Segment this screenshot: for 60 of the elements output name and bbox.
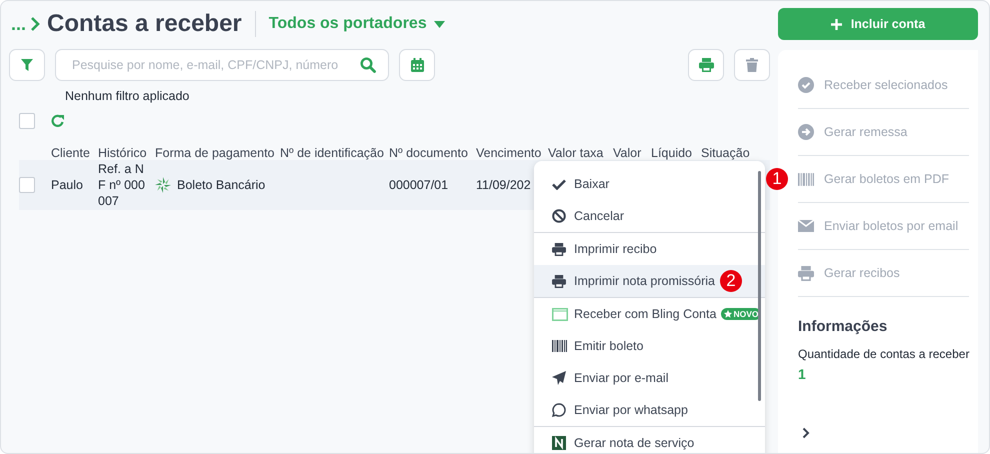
filter-status: Nenhum filtro aplicado: [65, 89, 190, 105]
chevron-right-icon[interactable]: [802, 427, 810, 439]
info-value: 1: [798, 366, 807, 382]
search-field[interactable]: Pesquise por nome, e-mail, CPF/CNPJ, número: [55, 49, 389, 81]
barcode-icon: [798, 172, 814, 186]
pinwheel-icon: [155, 177, 171, 193]
column-header[interactable]: Valor: [613, 134, 651, 160]
column-header[interactable]: Cliente: [51, 134, 98, 160]
caret-icon: [434, 20, 445, 28]
menu-item[interactable]: Enviar por whatsapp: [534, 394, 765, 426]
calendar-button[interactable]: [399, 49, 435, 81]
delete-button[interactable]: [734, 49, 770, 81]
column-header[interactable]: Nº de identificação: [280, 134, 389, 160]
window-icon: [552, 308, 568, 320]
trash-icon: [746, 58, 758, 72]
table-cell: Boleto Bancário: [177, 178, 266, 192]
check-circle-icon: [798, 77, 814, 93]
chat-bubble-icon: [552, 403, 566, 417]
column-header[interactable]: Histórico: [98, 134, 155, 160]
table-cell: 000007/01: [389, 178, 448, 192]
print-button[interactable]: [688, 49, 724, 81]
printer-icon: [798, 266, 814, 280]
barcode-icon: [552, 340, 567, 352]
info-title: Informações: [798, 318, 888, 335]
table-cell: Paulo: [51, 178, 83, 192]
letter-n-icon: [552, 436, 566, 450]
plus-icon: [830, 18, 842, 30]
menu-item[interactable]: Gerar nota de serviço: [534, 426, 765, 453]
step-marker: 2: [720, 270, 742, 292]
printer-icon: [698, 58, 714, 72]
filter-button[interactable]: [9, 49, 45, 81]
page-title: Contas a receber: [47, 10, 242, 38]
search-icon: [360, 57, 376, 73]
column-header[interactable]: Vencimento: [476, 134, 548, 160]
ban-icon: [552, 209, 566, 223]
menu-item[interactable]: Imprimir nota promissória 2: [534, 265, 765, 297]
menu-item[interactable]: Enviar por e-mail: [534, 362, 765, 394]
printer-icon: [552, 274, 566, 288]
column-header[interactable]: Situação: [701, 134, 761, 160]
envelope-icon: [798, 220, 814, 232]
printer-icon: [552, 242, 566, 256]
column-header[interactable]: Forma de pagamento: [155, 134, 280, 160]
row-checkbox[interactable]: [19, 177, 35, 193]
info-label: Quantidade de contas a receber: [798, 347, 970, 361]
paper-plane-icon: [552, 371, 566, 385]
table-cell-text: Ref. a N F nº 000 007: [98, 161, 146, 209]
calendar-icon: [410, 58, 424, 72]
filter-icon: [21, 59, 33, 71]
step-marker: 1: [766, 168, 788, 190]
menu-item[interactable]: Emitir boleto: [534, 330, 765, 362]
table-cell: 11/09/202: [476, 178, 531, 192]
column-header[interactable]: Valor taxa: [548, 134, 613, 160]
column-header[interactable]: Líquido: [651, 134, 701, 160]
refresh-icon[interactable]: [51, 114, 65, 128]
column-header[interactable]: Nº documento: [389, 134, 476, 160]
chevron-right-icon: [30, 16, 40, 32]
menu-item[interactable]: Baixar: [534, 168, 765, 200]
check-icon: [552, 178, 566, 190]
arrow-circle-icon: [798, 124, 814, 140]
select-all-checkbox[interactable]: [19, 113, 35, 129]
